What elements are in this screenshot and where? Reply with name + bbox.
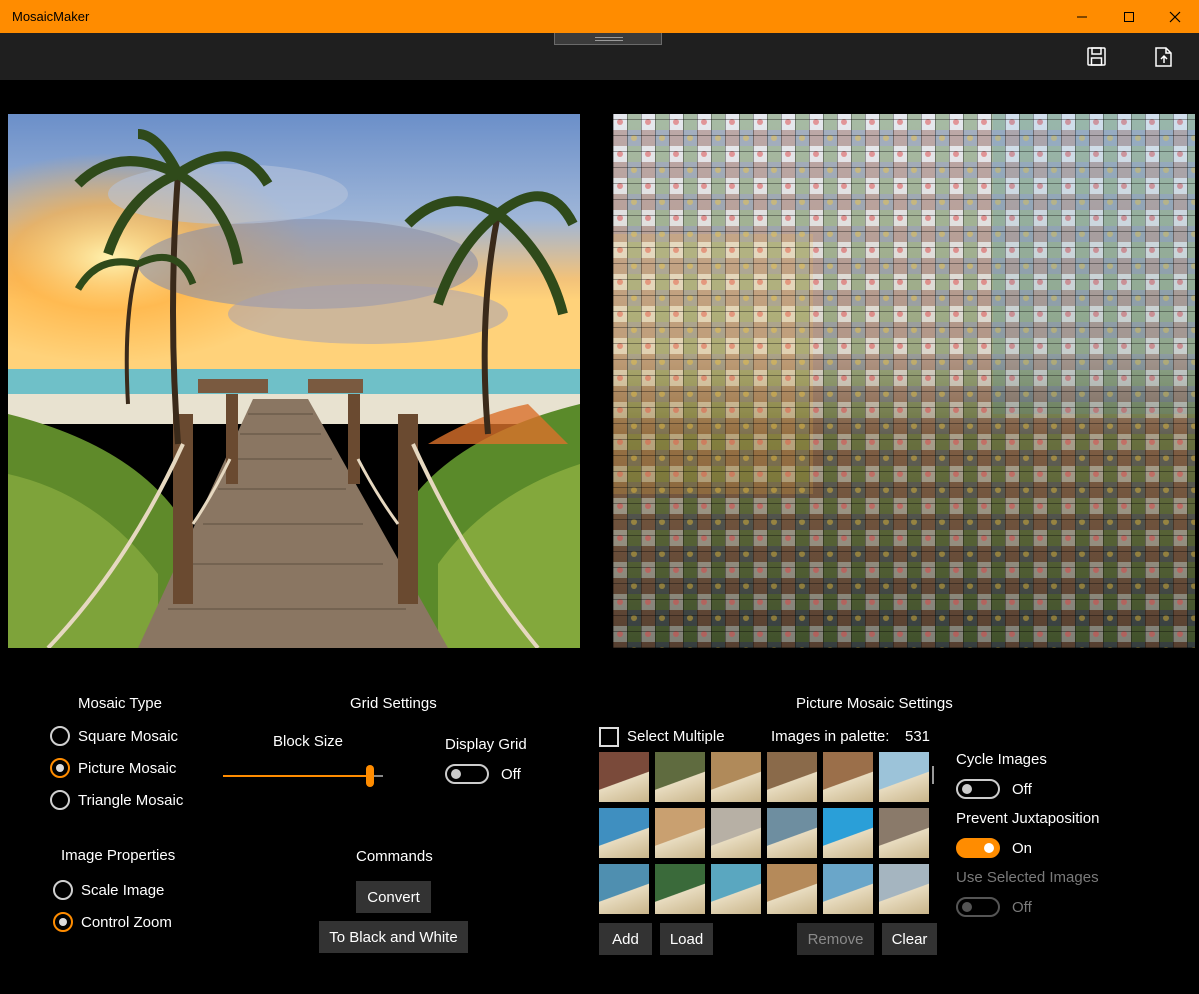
save-icon[interactable] bbox=[1085, 45, 1109, 69]
use-selected-images-state: Off bbox=[1012, 899, 1032, 916]
picture-mosaic-label[interactable]: Picture Mosaic bbox=[78, 760, 176, 777]
display-grid-toggle[interactable] bbox=[445, 764, 489, 784]
app-title: MosaicMaker bbox=[12, 9, 90, 24]
palette-count: 531 bbox=[905, 728, 931, 745]
picture-mosaic-settings-header: Picture Mosaic Settings bbox=[796, 695, 953, 712]
minimize-button[interactable] bbox=[1059, 0, 1105, 33]
title-bar: MosaicMaker bbox=[0, 0, 1199, 33]
convert-button[interactable]: Convert bbox=[356, 881, 431, 913]
palette-thumbnail[interactable] bbox=[823, 864, 873, 914]
palette-thumbnail[interactable] bbox=[767, 752, 817, 802]
select-multiple-checkbox[interactable] bbox=[599, 727, 619, 747]
use-selected-images-toggle[interactable] bbox=[956, 897, 1000, 917]
drag-handle[interactable] bbox=[554, 33, 662, 45]
palette-thumbnail[interactable] bbox=[599, 808, 649, 858]
source-image bbox=[8, 114, 580, 648]
commands-header: Commands bbox=[356, 848, 433, 865]
palette-thumbnail[interactable] bbox=[599, 752, 649, 802]
select-multiple-label[interactable]: Select Multiple bbox=[627, 728, 725, 745]
add-button[interactable]: Add bbox=[599, 923, 652, 955]
close-button[interactable] bbox=[1152, 0, 1198, 33]
image-properties-header: Image Properties bbox=[61, 847, 176, 864]
clear-button[interactable]: Clear bbox=[882, 923, 937, 955]
control-zoom-label[interactable]: Control Zoom bbox=[81, 914, 172, 931]
block-size-label: Block Size bbox=[273, 733, 344, 750]
cycle-images-state: Off bbox=[1012, 781, 1032, 798]
palette-thumbnail[interactable] bbox=[655, 808, 705, 858]
use-selected-images-label: Use Selected Images bbox=[956, 869, 1099, 886]
cycle-images-label: Cycle Images bbox=[956, 751, 1047, 768]
palette-thumbnail[interactable] bbox=[767, 808, 817, 858]
palette-thumbnail[interactable] bbox=[655, 752, 705, 802]
triangle-mosaic-label[interactable]: Triangle Mosaic bbox=[78, 792, 183, 809]
cycle-images-toggle[interactable] bbox=[956, 779, 1000, 799]
prevent-juxtaposition-toggle[interactable] bbox=[956, 838, 1000, 858]
palette-thumbnail[interactable] bbox=[879, 808, 929, 858]
maximize-button[interactable] bbox=[1106, 0, 1152, 33]
palette-scrollbar[interactable] bbox=[932, 766, 934, 784]
black-and-white-button[interactable]: To Black and White bbox=[319, 921, 468, 953]
block-size-slider-thumb[interactable] bbox=[366, 765, 375, 787]
prevent-juxtaposition-state: On bbox=[1012, 840, 1033, 857]
palette-thumbnail[interactable] bbox=[767, 864, 817, 914]
export-icon[interactable] bbox=[1152, 45, 1176, 69]
palette-thumbnail[interactable] bbox=[711, 808, 761, 858]
minimize-icon bbox=[1077, 16, 1087, 17]
display-grid-label: Display Grid bbox=[445, 736, 527, 753]
picture-mosaic-radio[interactable] bbox=[50, 758, 70, 778]
mosaic-image bbox=[613, 114, 1195, 648]
palette-thumbnail[interactable] bbox=[711, 864, 761, 914]
palette-thumbnail[interactable] bbox=[711, 752, 761, 802]
scale-image-label[interactable]: Scale Image bbox=[81, 882, 164, 899]
mosaic-type-header: Mosaic Type bbox=[78, 695, 162, 712]
triangle-mosaic-radio[interactable] bbox=[50, 790, 70, 810]
palette-thumbnail[interactable] bbox=[879, 864, 929, 914]
close-icon bbox=[1169, 11, 1181, 22]
maximize-icon bbox=[1124, 11, 1134, 22]
palette-thumbnail[interactable] bbox=[823, 808, 873, 858]
square-mosaic-radio[interactable] bbox=[50, 726, 70, 746]
remove-button[interactable]: Remove bbox=[797, 923, 874, 955]
load-button[interactable]: Load bbox=[660, 923, 713, 955]
square-mosaic-label[interactable]: Square Mosaic bbox=[78, 728, 178, 745]
command-bar bbox=[0, 33, 1199, 80]
palette-thumbnail[interactable] bbox=[599, 864, 649, 914]
palette-thumbnail-grid[interactable] bbox=[599, 752, 933, 916]
palette-thumbnail[interactable] bbox=[879, 752, 929, 802]
palette-thumbnail[interactable] bbox=[823, 752, 873, 802]
display-grid-state: Off bbox=[501, 766, 521, 783]
control-zoom-radio[interactable] bbox=[53, 912, 73, 932]
prevent-juxtaposition-label: Prevent Juxtaposition bbox=[956, 810, 1100, 827]
palette-label: Images in palette: bbox=[771, 728, 890, 745]
palette-thumbnail[interactable] bbox=[655, 864, 705, 914]
block-size-slider-fill bbox=[223, 775, 371, 777]
grid-settings-header: Grid Settings bbox=[350, 695, 437, 712]
scale-image-radio[interactable] bbox=[53, 880, 73, 900]
